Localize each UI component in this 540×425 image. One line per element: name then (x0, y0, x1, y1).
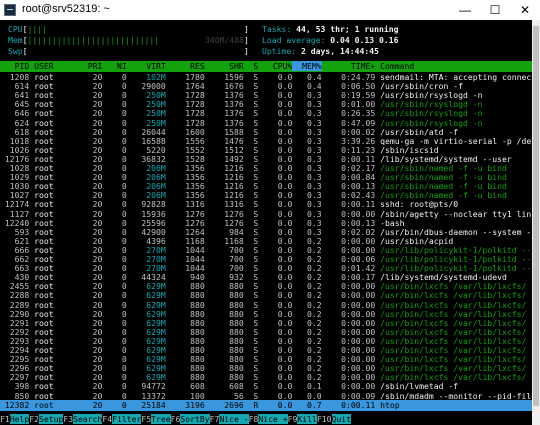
cell-virt: 25184 (126, 399, 166, 410)
tasks-value: 44, 53 thr; 1 running (296, 24, 399, 34)
fkey-label-filter[interactable]: Filter (112, 414, 142, 424)
process-table-header[interactable]: PID USER PRI NI VIRT RES SHR S CPU% MEM%… (0, 61, 532, 72)
column-header-command[interactable]: Command (375, 61, 414, 71)
fkey-label-sortby[interactable]: SortBy (180, 414, 210, 424)
fkey-f2[interactable]: F2 (29, 414, 39, 424)
cell-ni: 0 (102, 399, 127, 410)
fkey-f6[interactable]: F6 (171, 414, 181, 424)
column-header-pri[interactable]: PRI (78, 61, 103, 71)
column-header-ni[interactable]: NI (102, 61, 127, 71)
scrollbar-thumb[interactable] (533, 26, 539, 406)
column-header-s[interactable]: S (244, 61, 258, 71)
cpu-meter-close: ] (244, 24, 249, 34)
cell-pri: 20 (77, 399, 103, 410)
mem-meter-value-wrap: 340M/488] (205, 35, 249, 45)
mem-meter: Mem[||||||||||||||||||||||||||| (8, 35, 160, 45)
process-row[interactable]: 12382 root 20 0 25184 3196 2696 R 0.0 0.… (0, 399, 532, 411)
fkey-label-kill[interactable]: Kill (297, 414, 317, 424)
swp-meter: Swp[ (8, 46, 28, 56)
fkey-f4[interactable]: F4 (102, 414, 112, 424)
column-header-time[interactable]: TIME+ (322, 61, 375, 71)
cpu-meter-bar: |||| (27, 24, 48, 34)
column-header-mem[interactable]: MEM% (292, 61, 322, 71)
fkey-f3[interactable]: F3 (63, 414, 73, 424)
terminal-viewport[interactable]: CPU[|||| ] Mem[|||||||||||||||||||||||||… (0, 20, 532, 425)
fkey-f8[interactable]: F8 (249, 414, 259, 424)
fkey-label-help[interactable]: Help (9, 414, 30, 424)
cell-command: htop (375, 399, 400, 410)
column-header-virt[interactable]: VIRT (127, 61, 166, 71)
load-label: Load average: (262, 35, 326, 45)
column-header-user[interactable]: USER (29, 61, 78, 71)
cell-user: root (29, 399, 78, 410)
terminal-window: root@srv52319: ~ — ☐ ✕ CPU[|||| ] Mem[||… (0, 0, 540, 425)
fkey-label-tree[interactable]: Tree (151, 414, 171, 424)
load-summary: Load average: 0.04 0.13 0.16 (262, 35, 398, 46)
maximize-icon[interactable]: ☐ (480, 0, 510, 20)
column-header-pid[interactable]: PID (0, 61, 30, 71)
uptime-summary: Uptime: 2 days, 14:44:45 (262, 46, 379, 57)
fkey-label-setup[interactable]: Setup (39, 414, 64, 424)
fkey-f10[interactable]: F10 (317, 414, 332, 424)
cell-shr: 2696 (204, 399, 244, 410)
tasks-summary: Tasks: 44, 53 thr; 1 running (262, 24, 398, 35)
fkey-f9[interactable]: F9 (288, 414, 298, 424)
terminal-app-icon (4, 4, 16, 16)
column-header-cpu[interactable]: CPU% (258, 61, 293, 71)
title-bar[interactable]: root@srv52319: ~ — ☐ ✕ (0, 0, 540, 20)
close-icon[interactable]: ✕ (510, 0, 540, 20)
function-key-bar: F1HelpF2SetupF3SearchF4FilterF5TreeF6Sor… (0, 414, 532, 425)
load-value: 0.04 0.13 0.16 (330, 35, 399, 45)
swp-meter-close: ] (244, 46, 249, 56)
tasks-label: Tasks: (262, 24, 292, 34)
cell-pid: 12382 (0, 399, 30, 410)
cpu-meter-label: CPU (8, 24, 23, 34)
cell-s: R (243, 399, 259, 410)
fkey-label-quit[interactable]: Quit (331, 414, 351, 424)
uptime-value: 2 days, 14:44:45 (301, 46, 379, 56)
fkey-label-nice[interactable]: Nice - (219, 414, 249, 424)
cell-time: 0:00.11 (321, 399, 376, 410)
fkey-label-search[interactable]: Search (73, 414, 103, 424)
column-header-res[interactable]: RES (166, 61, 205, 71)
cpu-meter: CPU[|||| (8, 24, 48, 34)
mem-meter-label: Mem (8, 35, 23, 45)
fkey-f1[interactable]: F1 (0, 414, 10, 424)
window-title: root@srv52319: ~ (22, 3, 110, 15)
mem-meter-value: 340M/488 (205, 35, 244, 45)
minimize-icon[interactable]: — (450, 0, 480, 20)
swp-meter-label: Swp (8, 46, 23, 56)
cell-res: 3196 (165, 399, 205, 410)
vertical-scrollbar[interactable] (532, 20, 540, 425)
cell-mem: 0.7 (292, 399, 322, 410)
uptime-label: Uptime: (262, 46, 297, 56)
mem-meter-bar: ||||||||||||||||||||||||||| (27, 35, 160, 45)
fkey-label-nice[interactable]: Nice + (258, 414, 288, 424)
fkey-f7[interactable]: F7 (210, 414, 220, 424)
cell-cpu: 0.0 (258, 399, 293, 410)
column-header-shr[interactable]: SHR (205, 61, 244, 71)
fkey-f5[interactable]: F5 (141, 414, 151, 424)
